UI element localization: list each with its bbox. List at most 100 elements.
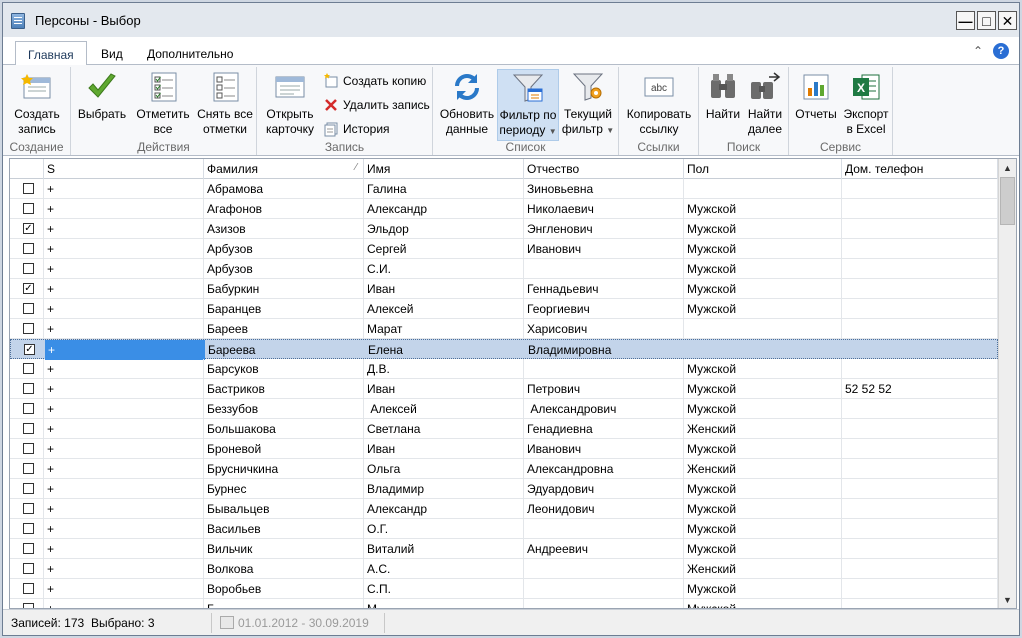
row-checkbox[interactable] xyxy=(23,383,34,394)
filter-by-period-button[interactable]: Фильтр по периоду ▼ xyxy=(497,69,559,141)
table-row[interactable]: + Барсуков Д.В. Мужской xyxy=(10,359,998,379)
cell-middle-name[interactable]: Генадиевна xyxy=(524,419,684,439)
vertical-scrollbar[interactable]: ▲ ▼ xyxy=(998,159,1016,608)
row-checkbox[interactable] xyxy=(23,563,34,574)
row-checkbox[interactable] xyxy=(23,263,34,274)
cell-home-phone[interactable] xyxy=(842,599,998,608)
cell-last-name[interactable]: Бареева xyxy=(205,340,365,360)
table-row[interactable]: + Бареев Марат Харисович xyxy=(10,319,998,339)
cell-s[interactable]: + xyxy=(45,340,205,360)
cell-s[interactable]: + xyxy=(44,199,204,219)
reports-button[interactable]: Отчеты xyxy=(793,69,839,139)
cell-first-name[interactable]: Владимир xyxy=(364,479,524,499)
cell-last-name[interactable]: Воробьев xyxy=(204,579,364,599)
cell-home-phone[interactable] xyxy=(842,479,998,499)
table-row[interactable]: ✓ + Азизов Эльдор Энгленович Мужской xyxy=(10,219,998,239)
cell-sex[interactable]: Мужской xyxy=(684,519,842,539)
cell-first-name[interactable]: О.Г. xyxy=(364,519,524,539)
cell-s[interactable]: + xyxy=(44,539,204,559)
tab-view[interactable]: Вид xyxy=(89,41,135,65)
cell-sex[interactable]: Мужской xyxy=(684,359,842,379)
table-row[interactable]: + Арбузов С.И. Мужской xyxy=(10,259,998,279)
cell-sex[interactable]: Мужской xyxy=(684,439,842,459)
cell-s[interactable]: + xyxy=(44,499,204,519)
cell-first-name[interactable]: Сергей xyxy=(364,239,524,259)
cell-middle-name[interactable] xyxy=(524,259,684,279)
table-row[interactable]: + Большакова Светлана Генадиевна Женский xyxy=(10,419,998,439)
cell-last-name[interactable]: Бывальцев xyxy=(204,499,364,519)
cell-sex[interactable] xyxy=(684,179,842,199)
find-button[interactable]: Найти xyxy=(703,69,743,139)
cell-home-phone[interactable] xyxy=(842,579,998,599)
cell-last-name[interactable]: Баранцев xyxy=(204,299,364,319)
cell-first-name[interactable]: С.П. xyxy=(364,579,524,599)
header-first-name[interactable]: Имя xyxy=(364,159,524,179)
cell-s[interactable]: + xyxy=(44,479,204,499)
cell-s[interactable]: + xyxy=(44,259,204,279)
cell-middle-name[interactable]: Энгленович xyxy=(524,219,684,239)
scroll-thumb[interactable] xyxy=(1000,177,1015,225)
header-home-phone[interactable]: Дом. телефон xyxy=(842,159,998,179)
cell-sex[interactable]: Женский xyxy=(684,559,842,579)
help-icon[interactable]: ? xyxy=(993,43,1009,59)
row-checkbox[interactable] xyxy=(23,363,34,374)
cell-first-name[interactable]: С.И. xyxy=(364,259,524,279)
row-checkbox[interactable] xyxy=(23,403,34,414)
current-filter-button[interactable]: Текущий фильтр ▼ xyxy=(559,69,617,139)
cell-s[interactable]: + xyxy=(44,299,204,319)
cell-sex[interactable]: Мужской xyxy=(684,259,842,279)
cell-middle-name[interactable]: Харисович xyxy=(524,319,684,339)
create-copy-button[interactable]: Создать копию xyxy=(323,71,426,91)
cell-first-name[interactable]: А.С. xyxy=(364,559,524,579)
cell-middle-name[interactable]: Александровна xyxy=(524,459,684,479)
row-checkbox[interactable] xyxy=(23,303,34,314)
cell-s[interactable]: + xyxy=(44,179,204,199)
cell-middle-name[interactable]: Леонидович xyxy=(524,499,684,519)
copy-link-button[interactable]: abc Копировать ссылку xyxy=(623,69,695,139)
cell-home-phone[interactable] xyxy=(843,340,999,360)
cell-middle-name[interactable] xyxy=(524,559,684,579)
cell-first-name[interactable]: М xyxy=(364,599,524,608)
collapse-ribbon-icon[interactable]: ⌃ xyxy=(973,44,983,58)
cell-middle-name[interactable] xyxy=(524,579,684,599)
cell-sex[interactable]: Мужской xyxy=(684,539,842,559)
unmark-all-button[interactable]: Снять все отметки xyxy=(195,69,255,139)
cell-first-name[interactable]: Иван xyxy=(364,379,524,399)
row-checkbox[interactable]: ✓ xyxy=(23,223,34,234)
table-row[interactable]: + Абрамова Галина Зиновьевна xyxy=(10,179,998,199)
row-checkbox[interactable] xyxy=(23,443,34,454)
table-row[interactable]: + Воробьев С.П. Мужской xyxy=(10,579,998,599)
scroll-up-icon[interactable]: ▲ xyxy=(999,159,1016,176)
cell-first-name[interactable]: Эльдор xyxy=(364,219,524,239)
cell-home-phone[interactable] xyxy=(842,419,998,439)
cell-middle-name[interactable] xyxy=(524,519,684,539)
table-row[interactable]: + Брусничкина Ольга Александровна Женский xyxy=(10,459,998,479)
table-row[interactable]: + Васильев О.Г. Мужской xyxy=(10,519,998,539)
cell-sex[interactable]: Мужской xyxy=(684,219,842,239)
history-button[interactable]: История xyxy=(323,119,390,139)
cell-home-phone[interactable] xyxy=(842,559,998,579)
table-row[interactable]: + Вильчик Виталий Андреевич Мужской xyxy=(10,539,998,559)
cell-first-name[interactable]: Галина xyxy=(364,179,524,199)
close-button[interactable]: ✕ xyxy=(998,11,1017,30)
cell-last-name[interactable]: Азизов xyxy=(204,219,364,239)
cell-last-name[interactable]: Беззубов xyxy=(204,399,364,419)
cell-middle-name[interactable]: Зиновьевна xyxy=(524,179,684,199)
cell-sex[interactable]: Мужской xyxy=(684,199,842,219)
cell-sex[interactable] xyxy=(684,319,842,339)
cell-middle-name[interactable]: Андреевич xyxy=(524,539,684,559)
cell-middle-name[interactable] xyxy=(524,359,684,379)
mark-all-button[interactable]: Отметить все xyxy=(135,69,191,139)
cell-sex[interactable] xyxy=(685,340,843,360)
select-button[interactable]: Выбрать xyxy=(75,69,129,139)
cell-home-phone[interactable] xyxy=(842,179,998,199)
cell-first-name[interactable]: Д.В. xyxy=(364,359,524,379)
cell-s[interactable]: + xyxy=(44,359,204,379)
row-checkbox[interactable] xyxy=(23,183,34,194)
table-row[interactable]: + Беззубов Алексей Александрович Мужской xyxy=(10,399,998,419)
table-row[interactable]: + Баранцев Алексей Георгиевич Мужской xyxy=(10,299,998,319)
cell-middle-name[interactable]: Иванович xyxy=(524,439,684,459)
table-row[interactable]: ✓ + Бабуркин Иван Геннадьевич Мужской xyxy=(10,279,998,299)
cell-home-phone[interactable] xyxy=(842,359,998,379)
cell-sex[interactable]: Мужской xyxy=(684,479,842,499)
